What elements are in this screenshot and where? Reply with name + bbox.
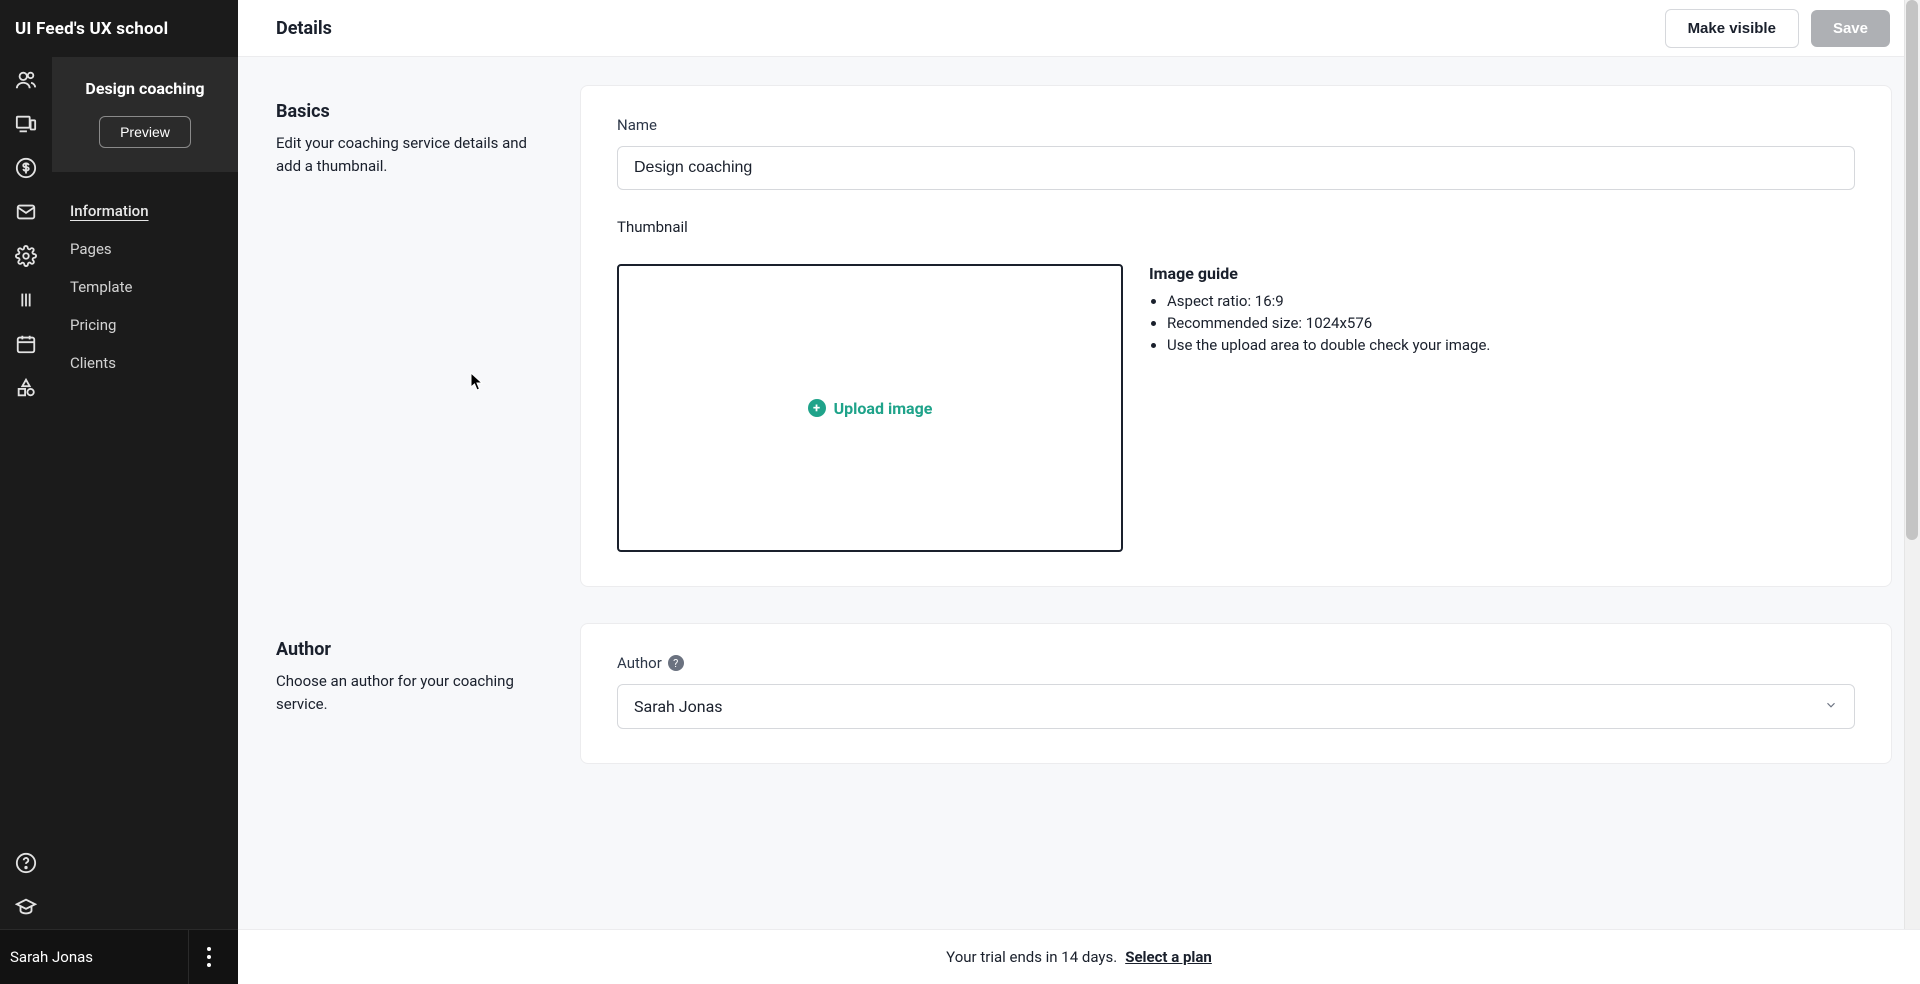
name-label: Name [617, 116, 1855, 134]
icon-rail [0, 0, 52, 984]
author-selected: Sarah Jonas [634, 697, 723, 716]
plus-circle-icon: + [808, 399, 826, 417]
brand-bar[interactable]: UI Feed's UX school [0, 0, 238, 57]
make-visible-button[interactable]: Make visible [1665, 9, 1799, 48]
scrollbar[interactable] [1904, 0, 1920, 929]
basics-description: Edit your coaching service details and a… [276, 132, 552, 177]
nav-template[interactable]: Template [52, 268, 238, 306]
content-scroll[interactable]: Basics Edit your coaching service detail… [238, 57, 1920, 984]
nav-pricing[interactable]: Pricing [52, 306, 238, 344]
section-basics: Basics Edit your coaching service detail… [266, 85, 1892, 587]
trial-text: Your trial ends in 14 days. [946, 948, 1117, 966]
user-strip: Sarah Jonas [0, 929, 238, 984]
brand-title: UI Feed's UX school [15, 19, 168, 39]
basics-panel: Name Thumbnail + Upload image [580, 85, 1892, 587]
help-icon[interactable] [0, 841, 52, 885]
author-select[interactable]: Sarah Jonas [617, 684, 1855, 729]
select-plan-link[interactable]: Select a plan [1125, 948, 1212, 966]
course-title: Design coaching [85, 79, 204, 98]
calendar-icon[interactable] [0, 322, 52, 366]
trial-strip: Your trial ends in 14 days. Select a pla… [238, 929, 1920, 984]
pause-icon[interactable] [0, 278, 52, 322]
guide-heading: Image guide [1149, 264, 1855, 283]
nav-clients[interactable]: Clients [52, 344, 238, 382]
author-label: Author [617, 654, 662, 672]
course-block: Design coaching Preview [52, 57, 238, 172]
page-title: Details [276, 18, 332, 39]
topbar: Details Make visible Save [238, 0, 1920, 57]
current-user: Sarah Jonas [10, 948, 93, 966]
basics-heading: Basics [276, 101, 552, 122]
thumbnail-label: Thumbnail [617, 218, 1855, 236]
gear-icon[interactable] [0, 234, 52, 278]
help-tooltip-icon[interactable]: ? [668, 655, 684, 671]
side-nav: Information Pages Template Pricing Clien… [52, 172, 238, 382]
dollar-icon[interactable] [0, 146, 52, 190]
author-panel: Author ? Sarah Jonas [580, 623, 1892, 764]
people-icon[interactable] [0, 58, 52, 102]
upload-area[interactable]: + Upload image [617, 264, 1123, 552]
guide-item: Aspect ratio: 16:9 [1167, 291, 1855, 313]
guide-item: Recommended size: 1024x576 [1167, 313, 1855, 335]
section-author: Author Choose an author for your coachin… [266, 623, 1892, 764]
shapes-icon[interactable] [0, 366, 52, 410]
sidebar: UI Feed's UX school Design coaching Prev… [52, 0, 238, 984]
devices-icon[interactable] [0, 102, 52, 146]
author-description: Choose an author for your coaching servi… [276, 670, 552, 715]
user-menu-kebab[interactable] [188, 930, 228, 984]
mail-icon[interactable] [0, 190, 52, 234]
scrollbar-thumb[interactable] [1906, 0, 1918, 540]
main: Details Make visible Save Basics Edit yo… [238, 0, 1920, 984]
upload-label: Upload image [834, 399, 933, 418]
preview-button[interactable]: Preview [99, 116, 191, 148]
graduation-icon[interactable] [0, 885, 52, 929]
name-input[interactable] [617, 146, 1855, 190]
nav-information[interactable]: Information [52, 192, 238, 230]
save-button[interactable]: Save [1811, 10, 1890, 47]
guide-item: Use the upload area to double check your… [1167, 335, 1855, 357]
image-guide: Image guide Aspect ratio: 16:9 Recommend… [1149, 264, 1855, 356]
chevron-down-icon [1824, 697, 1838, 716]
author-heading: Author [276, 639, 552, 660]
nav-pages[interactable]: Pages [52, 230, 238, 268]
